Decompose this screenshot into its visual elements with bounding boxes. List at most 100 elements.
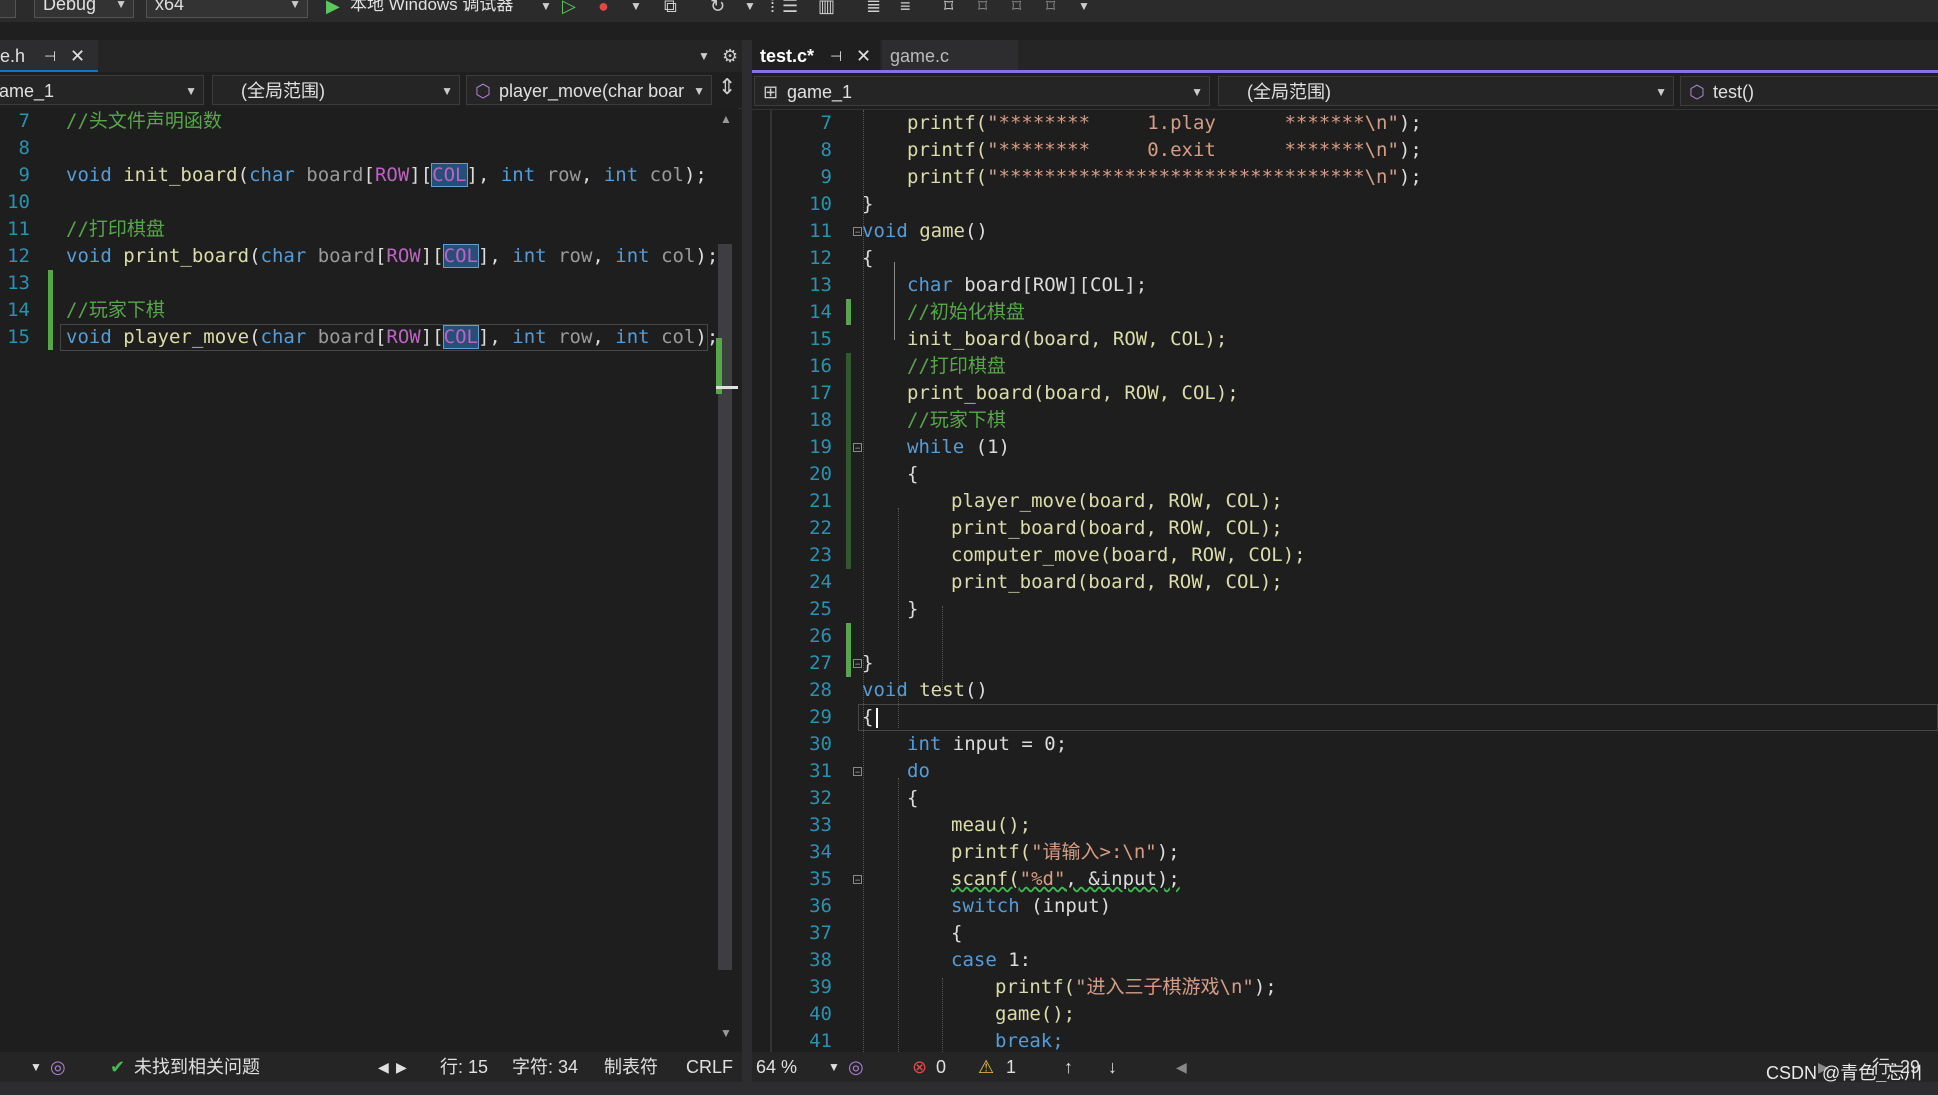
code-line: computer_move(board, ROW, COL);: [951, 544, 1306, 566]
line-number: 17: [809, 382, 832, 404]
code-line: print_board(board, ROW, COL);: [951, 571, 1283, 593]
bookmark-next-icon[interactable]: ⌑: [1012, 0, 1021, 16]
zoom-level[interactable]: 64 %: [756, 1052, 797, 1082]
pin-icon[interactable]: ⊣: [44, 40, 56, 72]
start-without-debug-icon[interactable]: ▷: [562, 0, 576, 16]
start-debug-button[interactable]: 本地 Windows 调试器: [350, 0, 513, 15]
fold-icon[interactable]: −: [853, 767, 862, 777]
fold-icon[interactable]: −: [853, 875, 862, 885]
code-line: print_board(board, ROW, COL);: [907, 382, 1239, 404]
line-number: 15: [809, 328, 832, 350]
right-code-editor[interactable]: − − − − − 7 8 9 10 11 12 13 14 15 16 17 18 19 20 21 22 2…: [752, 110, 1938, 1052]
hscroll-left-icon[interactable]: ◀: [1176, 1052, 1187, 1082]
eol-indicator[interactable]: CRLF: [686, 1052, 733, 1082]
pane-splitter[interactable]: [742, 40, 752, 1082]
issues-status[interactable]: 未找到相关问题: [134, 1052, 260, 1082]
change-indicator: [846, 299, 851, 325]
platform-dropdown[interactable]: x64 ▼: [146, 0, 308, 18]
split-icon[interactable]: ⇕: [718, 74, 736, 100]
tab-game-c[interactable]: game.c: [882, 40, 1018, 72]
attach-icon[interactable]: ⧉: [664, 0, 677, 16]
line-number: 19: [809, 436, 832, 458]
row-indicator[interactable]: 行: 15: [440, 1052, 488, 1082]
start-debug-icon[interactable]: ▶: [326, 0, 340, 16]
line-number: 12: [809, 247, 832, 269]
toolbar-overflow[interactable]: [0, 0, 16, 18]
chevron-down-icon: ▼: [115, 0, 127, 11]
chevron-down-icon[interactable]: ▼: [30, 1052, 42, 1082]
copilot-icon[interactable]: ◎: [50, 1052, 66, 1082]
code-line: player_move(board, ROW, COL);: [951, 490, 1283, 512]
current-line-highlight: [858, 704, 1938, 731]
char-indicator[interactable]: 字符: 34: [512, 1052, 578, 1082]
scope-name: (全局范围): [241, 81, 325, 101]
project-dropdown[interactable]: ⊞ game_1 ▼: [754, 76, 1210, 106]
format-icon[interactable]: ☰: [782, 0, 798, 16]
scope-dropdown[interactable]: (全局范围) ▼: [1218, 76, 1674, 106]
fold-icon[interactable]: −: [853, 227, 862, 237]
nav-next-icon[interactable]: ▶: [396, 1052, 407, 1082]
down-arrow-icon[interactable]: ↓: [1108, 1052, 1117, 1082]
bookmark-icon[interactable]: ⌑: [944, 0, 953, 16]
tab-game-h[interactable]: e.h ⊣ ✕: [0, 40, 98, 72]
member-dropdown[interactable]: ⬡ test(): [1680, 76, 1938, 106]
code-comment: //打印棋盘: [66, 218, 165, 240]
code-line: printf("******** 0.exit *******\n");: [907, 139, 1422, 161]
run-dropdown-icon[interactable]: ▼: [540, 0, 552, 16]
indent-icon[interactable]: ≣: [866, 0, 881, 16]
toolbar-more-icon[interactable]: ▼: [1078, 0, 1090, 16]
dots-icon[interactable]: ⁞: [770, 0, 775, 16]
tab-list-dropdown-icon[interactable]: ▼: [698, 40, 710, 72]
right-status-bar: 64 % ▼ ◎ ⊗ 0 ⚠ 1 ↑ ↓ ◀ ▶ 行: 29: [752, 1052, 1938, 1082]
bookmark-prev-icon[interactable]: ⌑: [978, 0, 987, 16]
columns-icon[interactable]: ▥: [818, 0, 835, 16]
close-icon[interactable]: ✕: [70, 40, 85, 72]
left-vertical-scrollbar[interactable]: ▲ ▼: [716, 108, 738, 1052]
zoom-dropdown-icon[interactable]: ▼: [828, 1052, 840, 1082]
copilot-icon[interactable]: ◎: [848, 1052, 864, 1082]
close-icon[interactable]: ✕: [856, 40, 871, 72]
line-number: 30: [809, 733, 832, 755]
member-name: test(): [1713, 82, 1755, 102]
warning-count[interactable]: 1: [1006, 1052, 1016, 1082]
outdent-icon[interactable]: ≡: [900, 0, 911, 16]
line-number: 38: [809, 949, 832, 971]
record-dropdown-icon[interactable]: ▼: [630, 0, 642, 16]
main-toolbar: Debug ▼ x64 ▼ ▶ 本地 Windows 调试器 ▼ ▷ ● ▼ ⧉ ↻…: [0, 0, 1938, 22]
line-number: 8: [18, 137, 30, 159]
project-name: ame_1: [0, 81, 55, 101]
scroll-up-icon[interactable]: ▲: [720, 112, 732, 126]
up-arrow-icon[interactable]: ↑: [1064, 1052, 1073, 1082]
code-line: scanf("%d", &input);: [951, 868, 1180, 890]
code-line: {: [907, 787, 919, 809]
record-icon[interactable]: ●: [598, 0, 609, 16]
left-navigation-bar: ame_1 ▼ (全局范围) ▼ ⬡ player_move(char boar ▼ …: [0, 72, 742, 109]
scroll-down-icon[interactable]: ▼: [720, 1026, 732, 1040]
code-line: }: [907, 598, 919, 620]
config-dropdown[interactable]: Debug ▼: [34, 0, 134, 18]
line-number: 41: [809, 1030, 832, 1052]
gear-icon[interactable]: ⚙: [722, 40, 738, 72]
pin-icon[interactable]: ⊣: [830, 40, 842, 72]
fold-icon[interactable]: −: [853, 443, 862, 453]
function-icon: ⬡: [1689, 82, 1705, 102]
left-code-editor[interactable]: 7 8 9 10 11 12 13 14 15 //头文件声明函数 void i…: [0, 108, 718, 1052]
scope-dropdown[interactable]: (全局范围) ▼: [212, 75, 460, 105]
code-line: {: [862, 706, 874, 728]
project-dropdown[interactable]: ame_1 ▼: [0, 75, 204, 105]
fold-icon[interactable]: −: [853, 659, 862, 669]
error-count[interactable]: 0: [936, 1052, 946, 1082]
bookmark-clear-icon[interactable]: ⌑: [1046, 0, 1055, 16]
dropdown-icon[interactable]: ▼: [744, 0, 756, 16]
tab-test-c[interactable]: test.c* ⊣ ✕: [752, 40, 880, 72]
nav-prev-icon[interactable]: ◀: [378, 1052, 389, 1082]
member-dropdown[interactable]: ⬡ player_move(char boar ▼: [466, 75, 712, 105]
tabs-indicator[interactable]: 制表符: [604, 1052, 658, 1082]
code-comment: //初始化棋盘: [907, 301, 1025, 323]
refresh-icon[interactable]: ↻: [710, 0, 725, 16]
line-number: 10: [809, 193, 832, 215]
chevron-down-icon: ▼: [693, 84, 705, 98]
config-value: Debug: [43, 0, 97, 14]
line-number: 16: [809, 355, 832, 377]
code-line: printf("******** 1.play *******\n");: [907, 112, 1422, 134]
